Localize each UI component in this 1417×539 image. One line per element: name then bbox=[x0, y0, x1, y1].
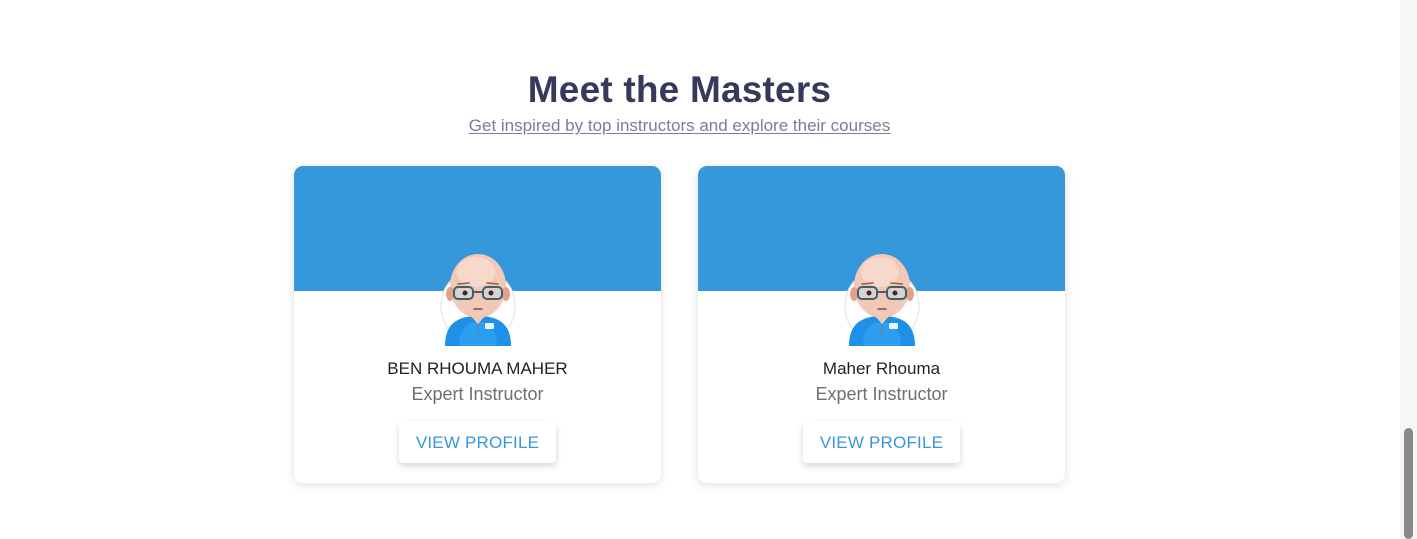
vertical-scrollbar[interactable] bbox=[1400, 0, 1417, 539]
instructor-name: BEN RHOUMA MAHER bbox=[387, 359, 568, 378]
page: Meet the Masters Get inspired by top ins… bbox=[0, 0, 1417, 539]
section-subtitle-link[interactable]: Get inspired by top instructors and expl… bbox=[469, 116, 890, 136]
instructor-card: Maher Rhouma Expert Instructor VIEW PROF… bbox=[698, 166, 1065, 483]
instructor-role: Expert Instructor bbox=[815, 384, 948, 404]
instructor-name: Maher Rhouma bbox=[822, 359, 941, 378]
scrollbar-thumb[interactable] bbox=[1404, 428, 1413, 539]
view-profile-button[interactable]: VIEW PROFILE bbox=[803, 422, 960, 463]
instructor-card: BEN RHOUMA MAHER Expert Instructor VIEW … bbox=[294, 166, 661, 483]
section-title: Meet the Masters bbox=[527, 69, 832, 110]
section-header: Meet the Masters Get inspired by top ins… bbox=[0, 68, 1359, 136]
instructor-role: Expert Instructor bbox=[411, 384, 544, 404]
instructor-avatar-icon bbox=[439, 238, 517, 346]
view-profile-button[interactable]: VIEW PROFILE bbox=[399, 422, 556, 463]
instructor-avatar-icon bbox=[843, 238, 921, 346]
